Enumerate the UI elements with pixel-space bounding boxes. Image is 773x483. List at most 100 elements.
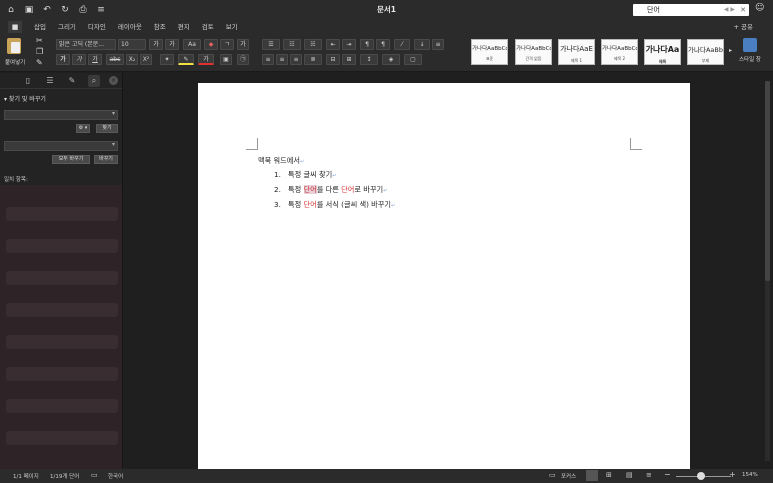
home-tab-icon[interactable]: ■ bbox=[8, 21, 22, 33]
tab-insert[interactable]: 삽입 bbox=[28, 20, 52, 34]
style-heading-2[interactable]: 가나다AaBbCc 제목 2 bbox=[601, 39, 638, 65]
font-color-icon[interactable]: 가 bbox=[198, 54, 214, 65]
cut-icon[interactable]: ✂ bbox=[36, 36, 43, 45]
borders-icon[interactable]: ▢ bbox=[404, 54, 422, 65]
pane-header[interactable]: ▾ 찾기 및 바꾸기 bbox=[4, 94, 46, 103]
doc-paragraph[interactable]: 맥북 워드에서↵ bbox=[258, 156, 304, 166]
phonetic-icon[interactable]: ㄱ bbox=[220, 39, 234, 50]
tab-design[interactable]: 디자인 bbox=[82, 20, 112, 34]
format-painter-icon[interactable]: ✎ bbox=[36, 58, 43, 67]
find-input[interactable]: ▾ bbox=[4, 110, 118, 120]
list-item[interactable]: 2. 특정 단어를 다른 단어로 바꾸기↵ bbox=[274, 185, 387, 195]
thumbnails-icon[interactable]: ▯ bbox=[22, 75, 34, 87]
tab-layout[interactable]: 레이아웃 bbox=[112, 20, 148, 34]
clear-format-icon[interactable]: ◆ bbox=[204, 39, 218, 50]
tab-review[interactable]: 검토 bbox=[196, 20, 220, 34]
tab-view[interactable]: 보기 bbox=[220, 20, 244, 34]
save-icon[interactable]: ▣ bbox=[22, 3, 36, 17]
chevron-down-icon[interactable]: ▾ bbox=[112, 141, 115, 148]
word-count[interactable]: 1/19개 단어 bbox=[50, 472, 79, 480]
distribute-icon[interactable]: ⊟ bbox=[326, 54, 340, 65]
enclose-char-icon[interactable]: ㉠ bbox=[237, 54, 249, 65]
read-mode-icon[interactable]: ▤ bbox=[626, 471, 633, 479]
close-icon[interactable]: × bbox=[109, 76, 118, 85]
italic-button[interactable]: 가 bbox=[72, 54, 86, 65]
options-button[interactable]: ⚙ ▾ bbox=[76, 124, 90, 133]
scrollbar-thumb[interactable] bbox=[765, 81, 770, 281]
redo-icon[interactable]: ↻ bbox=[58, 3, 72, 17]
zoom-out-button[interactable]: − bbox=[664, 470, 671, 479]
increase-indent-icon[interactable]: ⇥ bbox=[342, 39, 356, 50]
zoom-in-button[interactable]: + bbox=[729, 470, 736, 479]
comments-icon[interactable]: ✎ bbox=[66, 75, 78, 87]
list-item[interactable]: 1. 특정 글씨 찾기↵ bbox=[274, 170, 336, 180]
asian-layout-icon[interactable]: ⁄ bbox=[394, 39, 410, 50]
font-size-select[interactable]: 10 bbox=[118, 39, 146, 50]
style-heading-1[interactable]: 가나다AaE 제목 1 bbox=[558, 39, 595, 65]
subscript-button[interactable]: X₂ bbox=[126, 54, 138, 65]
highlight-icon[interactable]: ✎ bbox=[178, 54, 194, 65]
align-left-icon[interactable]: ≡ bbox=[262, 54, 274, 65]
chevron-down-icon[interactable]: ▾ bbox=[112, 110, 115, 117]
strikethrough-button[interactable]: abc bbox=[106, 54, 124, 65]
outline-view-icon[interactable]: ≡ bbox=[646, 471, 652, 479]
style-title[interactable]: 가나다Aa 제목 bbox=[644, 39, 681, 65]
bold-button[interactable]: 가 bbox=[56, 54, 70, 65]
zoom-slider-thumb[interactable] bbox=[697, 472, 705, 480]
shrink-font-button[interactable]: 가 bbox=[165, 39, 179, 50]
search-icon[interactable]: ⌕ bbox=[88, 74, 100, 87]
style-no-spacing[interactable]: 가나다AaBbCc 간격 없음 bbox=[515, 39, 552, 65]
find-button[interactable]: 찾기 bbox=[96, 124, 118, 133]
share-button[interactable]: + 공유 bbox=[734, 21, 753, 31]
sort-icon[interactable]: ↓ bbox=[414, 39, 430, 50]
align-center-icon[interactable]: ≡ bbox=[276, 54, 288, 65]
line-spacing-alt-icon[interactable]: ≡ bbox=[432, 39, 444, 50]
underline-button[interactable]: 가 bbox=[88, 54, 102, 65]
zoom-level[interactable]: 154% bbox=[742, 472, 758, 478]
page-count[interactable]: 1/1 페이지 bbox=[13, 472, 39, 480]
align-right-icon[interactable]: ≡ bbox=[290, 54, 302, 65]
change-case-button[interactable]: Aa bbox=[183, 39, 201, 50]
styles-pane-icon[interactable] bbox=[743, 38, 757, 52]
print-layout-icon[interactable] bbox=[586, 470, 598, 481]
char-border-icon[interactable]: 가 bbox=[237, 39, 249, 50]
numbering-icon[interactable]: ☷ bbox=[283, 39, 301, 50]
bullets-icon[interactable]: ☰ bbox=[262, 39, 280, 50]
show-marks-icon[interactable]: ¶ bbox=[376, 39, 390, 50]
replace-button[interactable]: 바꾸기 bbox=[94, 155, 118, 164]
undo-icon[interactable]: ↶ bbox=[40, 3, 54, 17]
char-shading-icon[interactable]: ▣ bbox=[220, 54, 232, 65]
outline-icon[interactable]: ☰ bbox=[44, 75, 56, 87]
line-spacing-icon[interactable]: ↕ bbox=[360, 54, 378, 65]
user-icon[interactable]: ☺ bbox=[755, 3, 767, 15]
columns-icon[interactable]: ⊞ bbox=[342, 54, 356, 65]
tab-mailings[interactable]: 편지 bbox=[172, 20, 196, 34]
search-nav-arrows[interactable]: ◀ ▶ bbox=[724, 4, 735, 16]
focus-icon[interactable]: ▭ bbox=[549, 471, 556, 479]
style-subtitle[interactable]: 가나다AaBb 부제 bbox=[687, 39, 724, 65]
search-input[interactable]: 단어 ◀ ▶ ✕ bbox=[633, 4, 749, 16]
replace-all-button[interactable]: 모두 바꾸기 bbox=[52, 155, 90, 164]
copy-icon[interactable]: ❐ bbox=[36, 47, 43, 56]
multilevel-list-icon[interactable]: ☵ bbox=[304, 39, 322, 50]
document-page[interactable]: 맥북 워드에서↵ 1. 특정 글씨 찾기↵ 2. 특정 단어를 다른 단어로 바꾸기… bbox=[198, 83, 690, 469]
customize-icon[interactable]: ≡ bbox=[94, 3, 108, 17]
text-effects-icon[interactable]: ✦ bbox=[160, 54, 174, 65]
decrease-indent-icon[interactable]: ⇤ bbox=[326, 39, 340, 50]
justify-icon[interactable]: ≣ bbox=[304, 54, 322, 65]
search-clear-icon[interactable]: ✕ bbox=[740, 4, 746, 16]
styles-more-icon[interactable]: ▸ bbox=[729, 47, 732, 54]
shading-icon[interactable]: ◈ bbox=[382, 54, 400, 65]
list-item[interactable]: 3. 특정 단어를 서식 (글씨 색) 바꾸기↵ bbox=[274, 200, 395, 210]
tab-draw[interactable]: 그리기 bbox=[52, 20, 82, 34]
print-icon[interactable]: ⎙ bbox=[76, 3, 90, 17]
superscript-button[interactable]: X² bbox=[140, 54, 152, 65]
grow-font-button[interactable]: 가 bbox=[149, 39, 163, 50]
tab-references[interactable]: 참조 bbox=[148, 20, 172, 34]
focus-label[interactable]: 포커스 bbox=[561, 472, 576, 480]
paste-icon[interactable] bbox=[7, 38, 21, 54]
web-layout-icon[interactable]: ⊞ bbox=[606, 471, 612, 479]
proofing-icon[interactable]: ▭ bbox=[91, 471, 98, 479]
home-icon[interactable]: ⌂ bbox=[4, 3, 18, 17]
replace-input[interactable]: ▾ bbox=[4, 141, 118, 151]
